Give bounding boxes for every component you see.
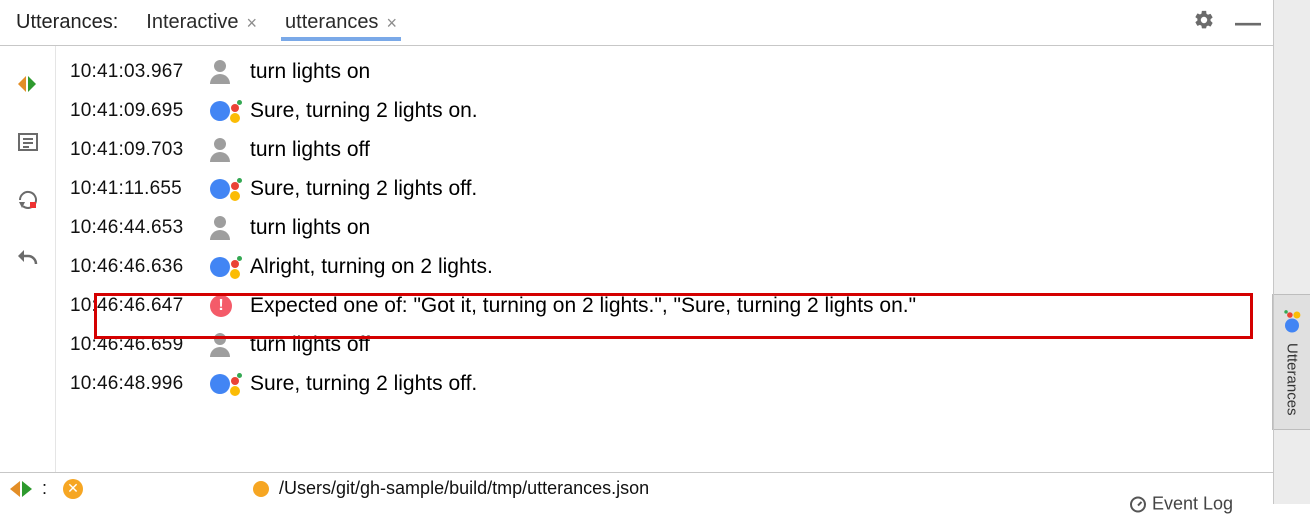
log-text: Sure, turning 2 lights on.: [250, 91, 478, 130]
status-rerun-icon[interactable]: [10, 481, 32, 497]
list-button[interactable]: [16, 130, 40, 160]
timestamp: 10:41:09.703: [70, 130, 210, 169]
user-icon: [210, 138, 250, 162]
tabbar-title: Utterances:: [16, 11, 118, 34]
timestamp: 10:41:09.695: [70, 91, 210, 130]
event-log-label: Event Log: [1152, 494, 1233, 515]
status-dot-icon: [253, 481, 269, 497]
log-text: turn lights off: [250, 130, 370, 169]
log-row[interactable]: 10:41:09.703 turn lights off: [56, 130, 1273, 169]
main-panel: Utterances: Interactive × utterances × —: [0, 0, 1274, 504]
close-icon[interactable]: ×: [386, 14, 397, 32]
utterances-panel: Utterances: Interactive × utterances × —: [0, 0, 1310, 504]
log-row[interactable]: 10:41:11.655 Sure, turning 2 lights off.: [56, 169, 1273, 208]
log-row[interactable]: 10:46:46.659 turn lights off: [56, 325, 1273, 364]
body-area: 10:41:03.967 turn lights on 10:41:09.695…: [0, 46, 1273, 472]
log-text: Expected one of: "Got it, turning on 2 l…: [250, 286, 916, 325]
side-tab-label: Utterances: [1284, 343, 1301, 416]
log-row[interactable]: 10:46:44.653 turn lights on: [56, 208, 1273, 247]
status-colon: :: [42, 478, 47, 499]
rerun-button[interactable]: [16, 72, 40, 102]
reload-button[interactable]: [16, 188, 40, 218]
side-tab-utterances[interactable]: Utterances: [1272, 294, 1310, 431]
assistant-icon: [210, 254, 250, 280]
status-path: /Users/git/gh-sample/build/tmp/utterance…: [279, 478, 649, 499]
tab-label: Interactive: [146, 11, 238, 34]
log-row[interactable]: 10:41:03.967 turn lights on: [56, 52, 1273, 91]
tabbar: Utterances: Interactive × utterances × —: [0, 0, 1273, 46]
error-icon: !: [210, 295, 250, 317]
timestamp: 10:41:11.655: [70, 169, 210, 208]
status-clear-icon[interactable]: ✕: [63, 479, 83, 499]
timestamp: 10:46:48.996: [70, 364, 210, 403]
log-text: turn lights off: [250, 325, 370, 364]
user-icon: [210, 216, 250, 240]
log-text: Sure, turning 2 lights off.: [250, 169, 477, 208]
timestamp: 10:41:03.967: [70, 52, 210, 91]
log-text: turn lights on: [250, 52, 370, 91]
gear-icon: [1193, 9, 1215, 31]
right-tool-strip: Utterances: [1274, 0, 1310, 504]
user-icon: [210, 60, 250, 84]
run-toolbar: [0, 46, 56, 472]
tab-utterances[interactable]: utterances ×: [281, 5, 401, 40]
clock-icon: [1130, 496, 1146, 512]
assistant-icon: [1283, 311, 1301, 332]
log-row[interactable]: 10:46:46.636 Alright, turning on 2 light…: [56, 247, 1273, 286]
event-log-tab[interactable]: Event Log: [1130, 494, 1233, 515]
log-text: Sure, turning 2 lights off.: [250, 364, 477, 403]
log-row-error[interactable]: 10:46:46.647 ! Expected one of: "Got it,…: [56, 286, 1273, 325]
tabbar-actions: —: [1193, 7, 1261, 38]
log-area: 10:41:03.967 turn lights on 10:41:09.695…: [56, 46, 1273, 472]
timestamp: 10:46:44.653: [70, 208, 210, 247]
timestamp: 10:46:46.636: [70, 247, 210, 286]
tab-interactive[interactable]: Interactive ×: [142, 5, 261, 40]
assistant-icon: [210, 176, 250, 202]
settings-button[interactable]: [1193, 9, 1215, 37]
assistant-icon: [210, 98, 250, 124]
timestamp: 10:46:46.659: [70, 325, 210, 364]
minimize-button[interactable]: —: [1235, 7, 1261, 38]
log-text: Alright, turning on 2 lights.: [250, 247, 493, 286]
log-row[interactable]: 10:46:48.996 Sure, turning 2 lights off.: [56, 364, 1273, 403]
status-bar: : ✕ /Users/git/gh-sample/build/tmp/utter…: [0, 472, 1273, 504]
tab-label: utterances: [285, 11, 378, 34]
close-icon[interactable]: ×: [247, 14, 258, 32]
log-row[interactable]: 10:41:09.695 Sure, turning 2 lights on.: [56, 91, 1273, 130]
user-icon: [210, 333, 250, 357]
undo-button[interactable]: [16, 246, 40, 276]
timestamp: 10:46:46.647: [70, 286, 210, 325]
log-text: turn lights on: [250, 208, 370, 247]
assistant-icon: [210, 371, 250, 397]
